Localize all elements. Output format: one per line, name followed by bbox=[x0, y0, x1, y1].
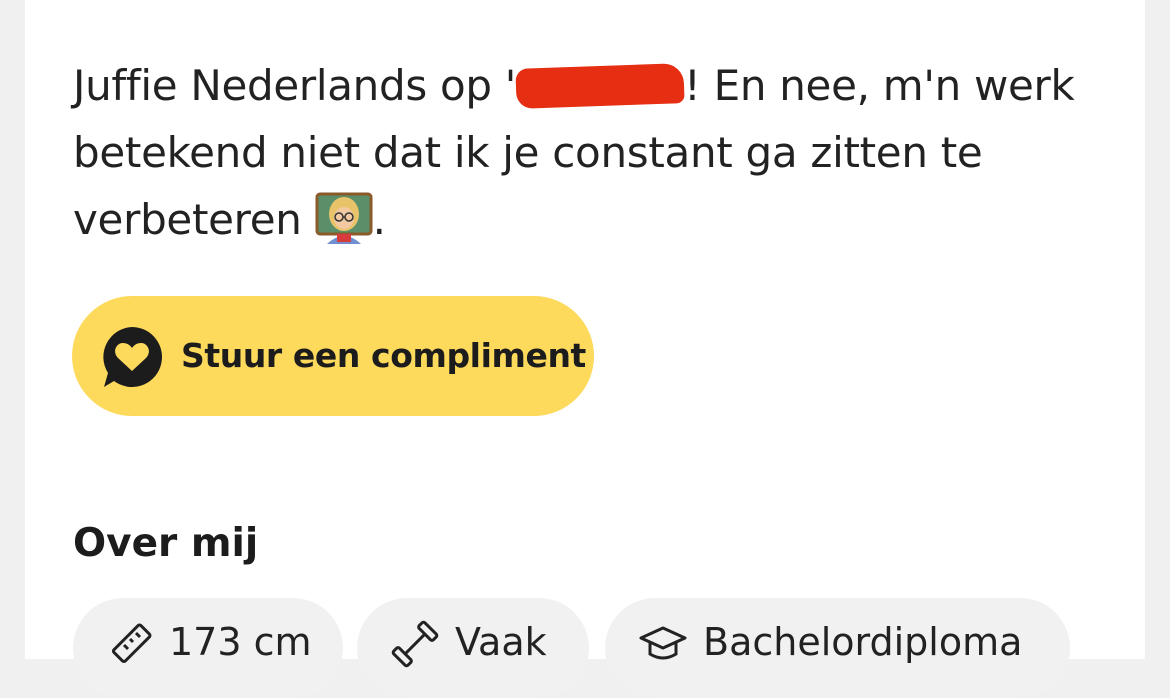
teacher-emoji-icon bbox=[315, 192, 373, 244]
chip-education[interactable]: Bachelordiploma bbox=[605, 598, 1070, 698]
bio-text-start: Juffie Nederlands op ' bbox=[73, 61, 517, 110]
graduation-cap-icon bbox=[639, 620, 687, 668]
chip-exercise[interactable]: Vaak bbox=[357, 598, 589, 698]
bio-text-end: . bbox=[372, 195, 386, 244]
chip-height[interactable]: 173 cm bbox=[73, 598, 343, 698]
send-compliment-button[interactable]: Stuur een compliment bbox=[72, 296, 594, 416]
about-me-heading: Over mij bbox=[73, 521, 259, 566]
profile-bio: Juffie Nederlands op '! En nee, m'n werk… bbox=[73, 52, 1113, 253]
ruler-icon bbox=[107, 620, 155, 668]
redaction-scribble bbox=[515, 63, 685, 109]
profile-card: Juffie Nederlands op '! En nee, m'n werk… bbox=[25, 0, 1145, 698]
send-compliment-label: Stuur een compliment bbox=[181, 336, 586, 375]
chat-heart-icon bbox=[100, 325, 164, 389]
dumbbell-icon bbox=[391, 620, 439, 668]
